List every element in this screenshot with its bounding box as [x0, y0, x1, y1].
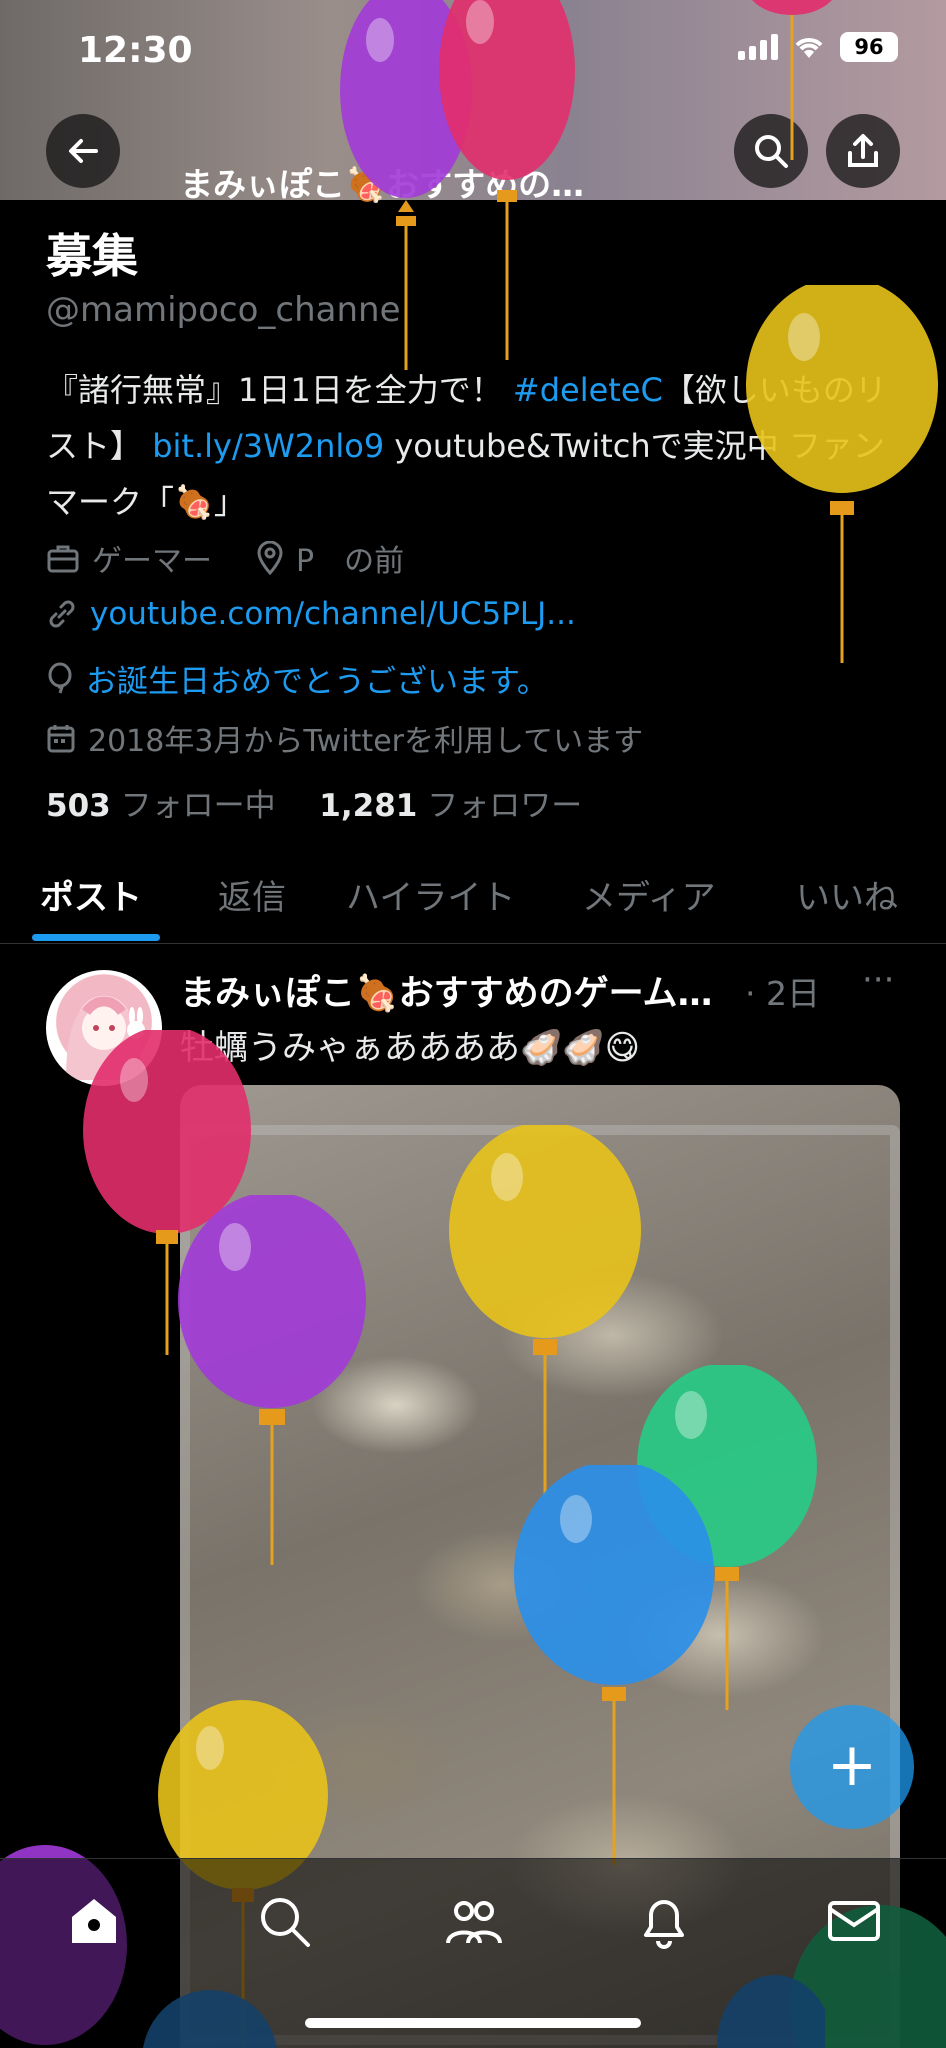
explore-icon[interactable] [254, 1891, 314, 1951]
search-button[interactable] [734, 114, 808, 188]
status-icons: 96 [738, 32, 898, 62]
post-text: 牡蠣うみゃぁああああ🦪🦪😋 [180, 1028, 641, 1068]
messages-icon[interactable] [824, 1891, 884, 1951]
profile-birthday-row: お誕生日おめでとうございます。 [46, 656, 548, 701]
profile-website-row[interactable]: youtube.com/channel/UC5PLJ... [46, 596, 576, 632]
location-pin-icon [257, 541, 283, 575]
following-count: 503 [46, 788, 111, 824]
balloon-icon [48, 662, 72, 693]
website-link[interactable]: youtube.com/channel/UC5PLJ... [90, 596, 576, 632]
avatar-illustration [66, 996, 145, 1080]
profile-tabs: ポスト 返信 ハイライト メディア いいね [0, 850, 946, 944]
compose-button[interactable]: + [790, 1705, 914, 1829]
active-tab-indicator [32, 934, 160, 941]
tab-likes[interactable]: いいね [796, 870, 898, 919]
home-indicator [305, 2018, 641, 2028]
location-text: P の前 [296, 544, 405, 579]
back-arrow-icon [69, 139, 98, 163]
post-timestamp: · 2日 [745, 974, 820, 1013]
home-icon[interactable] [64, 1891, 124, 1951]
profile-meta-profession-location: ゲーマー P の前 [46, 536, 404, 580]
profile-bio: 『諸行無常』1日1日を全力で！ #deleteC【欲しいものリスト】 bit.l… [46, 362, 896, 530]
followers-link[interactable]: 1,281 フォロワー [319, 788, 582, 824]
profile-name: 募集 [46, 229, 138, 283]
share-icon [848, 134, 878, 167]
followers-label: フォロワー [427, 788, 583, 824]
bio-text: 『諸行無常』1日1日を全力で！ [46, 371, 503, 409]
link-icon [49, 600, 75, 628]
back-button[interactable] [46, 114, 120, 188]
bio-hashtag-link[interactable]: #deleteC [513, 371, 663, 409]
tab-replies[interactable]: 返信 [218, 870, 286, 919]
share-button[interactable] [826, 114, 900, 188]
cellular-signal-icon [738, 34, 778, 60]
profile-handle: @mamipoco_channe [46, 290, 401, 330]
profession-text: ゲーマー [92, 544, 212, 579]
joined-text: 2018年3月からTwitterを利用しています [88, 724, 644, 759]
header-title: まみぃぽこ🍖おすすめの… [180, 165, 585, 204]
notifications-icon[interactable] [634, 1891, 694, 1951]
status-time: 12:30 [78, 30, 193, 71]
follow-counts: 503 フォロー中 1,281 フォロワー [46, 780, 582, 825]
following-link[interactable]: 503 フォロー中 [46, 788, 276, 824]
search-icon [755, 135, 788, 168]
following-label: フォロー中 [120, 788, 276, 824]
post-author[interactable]: まみぃぽこ🍖おすすめのゲーム… [180, 965, 713, 1016]
avatar[interactable] [46, 970, 162, 1086]
post-more-button[interactable]: ··· [862, 960, 894, 1000]
profile-joined-row: 2018年3月からTwitterを利用しています [46, 716, 643, 760]
tab-posts[interactable]: ポスト [40, 870, 142, 919]
birthday-text: お誕生日おめでとうございます。 [86, 664, 548, 700]
briefcase-icon [47, 545, 79, 573]
calendar-icon [47, 725, 75, 753]
tab-highlights[interactable]: ハイライト [346, 870, 515, 919]
followers-count: 1,281 [319, 788, 418, 824]
communities-icon[interactable] [444, 1891, 504, 1951]
bio-url-link[interactable]: bit.ly/3W2nlo9 [152, 427, 384, 465]
battery-indicator: 96 [840, 32, 898, 62]
wifi-icon [795, 38, 823, 58]
tab-media[interactable]: メディア [582, 870, 716, 919]
